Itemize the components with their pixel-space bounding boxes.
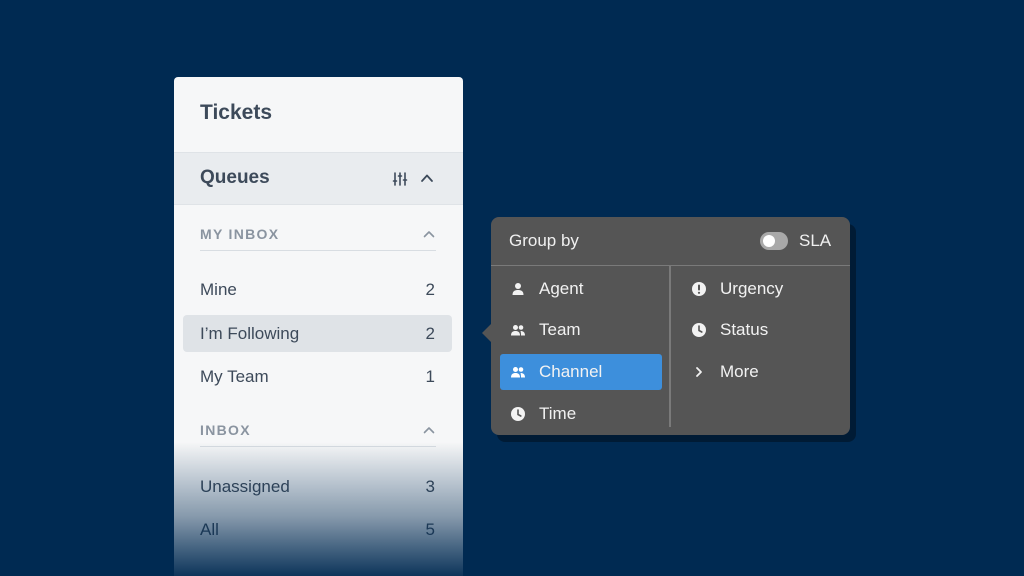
group-option-agent[interactable]: Agent xyxy=(500,271,662,307)
group-icon xyxy=(511,325,525,336)
option-label: Team xyxy=(539,320,581,339)
panel-title: Tickets xyxy=(200,101,272,124)
section-label: MY INBOX xyxy=(200,226,280,242)
popover-header: Group by SLA xyxy=(491,217,850,266)
queue-item-label: All xyxy=(200,520,219,539)
chevron-up-icon[interactable] xyxy=(419,170,435,186)
queue-item-label: My Team xyxy=(200,367,269,386)
filter-sliders-icon[interactable] xyxy=(392,171,408,187)
alert-icon xyxy=(692,282,706,296)
queue-item-following[interactable]: I’m Following 2 xyxy=(183,315,452,352)
sla-toggle[interactable] xyxy=(760,232,788,250)
group-icon xyxy=(511,367,525,378)
queue-item-count: 5 xyxy=(425,520,435,539)
option-label: Agent xyxy=(539,279,584,298)
option-label: More xyxy=(720,362,759,381)
queue-item-all[interactable]: All 5 xyxy=(183,511,452,548)
toggle-knob xyxy=(763,235,775,247)
chevron-up-icon[interactable] xyxy=(422,423,436,437)
queue-item-unassigned[interactable]: Unassigned 3 xyxy=(183,468,452,505)
group-option-team[interactable]: Team xyxy=(500,312,662,348)
person-icon xyxy=(512,283,524,295)
queue-item-mine[interactable]: Mine 2 xyxy=(183,271,452,308)
clock-icon xyxy=(692,323,706,337)
group-option-status[interactable]: Status xyxy=(681,312,843,348)
queues-header[interactable]: Queues xyxy=(174,152,463,205)
section-header-inbox[interactable]: INBOX xyxy=(200,422,436,447)
option-label: Time xyxy=(539,404,577,423)
option-label: Channel xyxy=(539,362,603,381)
queue-item-count: 1 xyxy=(425,367,435,386)
queue-item-label: Mine xyxy=(200,280,237,299)
chevron-up-icon[interactable] xyxy=(422,227,436,241)
popover-title: Group by xyxy=(509,231,579,250)
queue-item-label: Unassigned xyxy=(200,477,290,496)
queue-item-count: 2 xyxy=(425,324,435,343)
queue-item-my-team[interactable]: My Team 1 xyxy=(183,358,452,395)
queue-item-count: 3 xyxy=(425,477,435,496)
column-divider xyxy=(669,265,671,427)
section-header-my-inbox[interactable]: MY INBOX xyxy=(200,226,436,251)
clock-icon xyxy=(511,407,525,421)
queue-item-count: 2 xyxy=(425,280,435,299)
group-option-more[interactable]: More xyxy=(681,354,843,390)
queue-item-label: I’m Following xyxy=(200,324,300,343)
group-option-urgency[interactable]: Urgency xyxy=(681,271,843,307)
group-option-channel[interactable]: Channel xyxy=(500,354,662,390)
chevron-right-icon xyxy=(696,367,702,377)
option-label: Status xyxy=(720,320,769,339)
group-by-popover: Group by SLA Agent Team Channel Time Urg… xyxy=(491,217,850,435)
group-option-time[interactable]: Time xyxy=(500,396,662,432)
option-label: Urgency xyxy=(720,279,784,298)
sla-label: SLA xyxy=(799,231,832,250)
queues-label: Queues xyxy=(200,167,270,188)
bottom-fade-overlay xyxy=(174,442,463,576)
tickets-panel: Tickets Queues MY INBOX Mine 2 I’m Follo… xyxy=(174,77,463,576)
section-label: INBOX xyxy=(200,422,251,438)
